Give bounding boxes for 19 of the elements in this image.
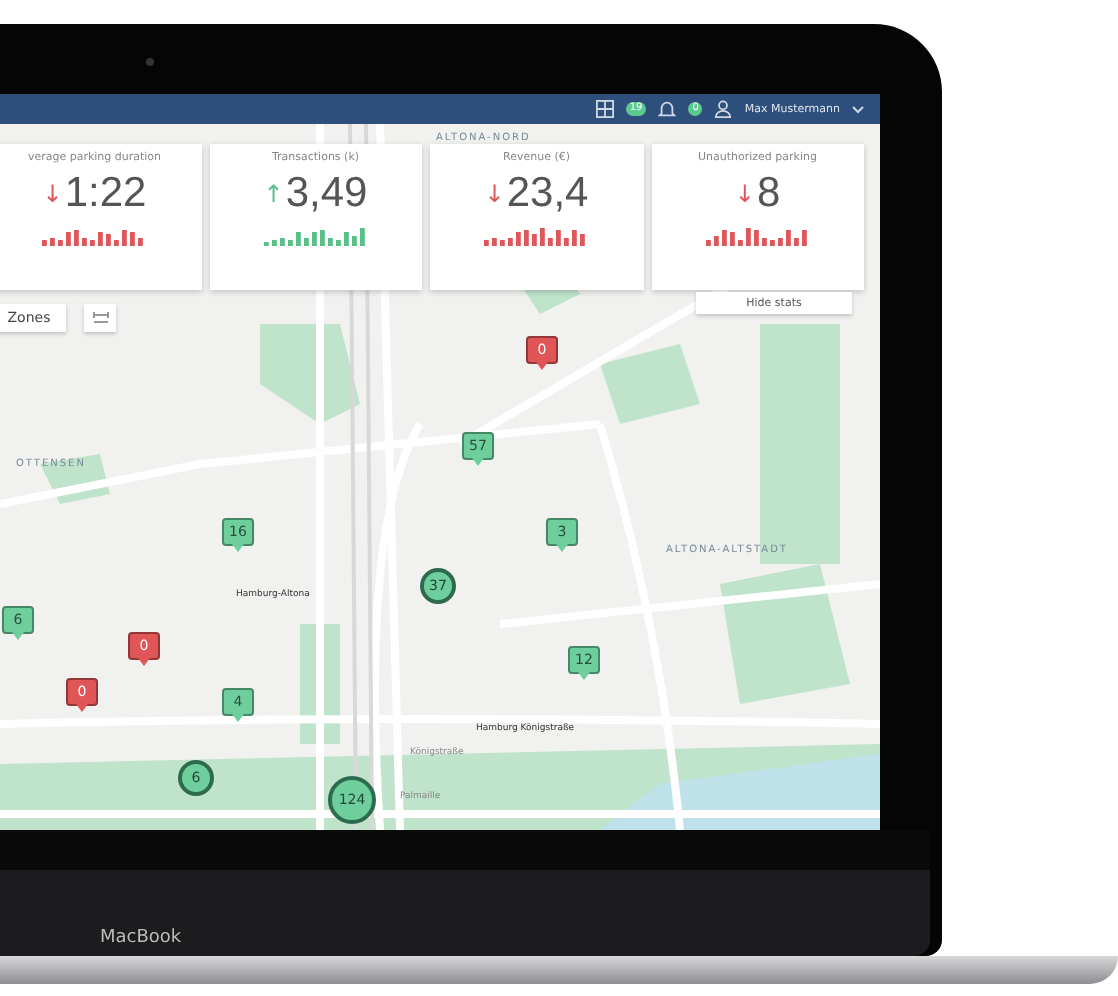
bar-sparkline — [42, 226, 147, 246]
stat-value: 8 — [756, 170, 781, 218]
laptop-brand: MacBook — [100, 928, 182, 948]
grid-icon[interactable] — [595, 100, 614, 118]
bar-sparkline — [705, 226, 810, 246]
trend-arrow: ↓ — [42, 180, 63, 208]
chevron-down-icon[interactable] — [852, 105, 864, 113]
stat-value: 3,49 — [285, 170, 368, 218]
trend-arrow: ↓ — [734, 180, 755, 208]
camera-dot — [146, 58, 154, 66]
stat-value: 23,4 — [506, 170, 589, 218]
trend-arrow: ↓ — [484, 180, 505, 208]
bar-sparkline — [484, 226, 589, 246]
user-icon[interactable] — [714, 100, 733, 118]
trend-arrow: ↑ — [263, 180, 284, 208]
stat-value: 1:22 — [64, 170, 147, 218]
bar-sparkline — [263, 226, 368, 246]
bell-icon[interactable] — [658, 100, 677, 118]
ruler-icon[interactable] — [84, 304, 116, 332]
